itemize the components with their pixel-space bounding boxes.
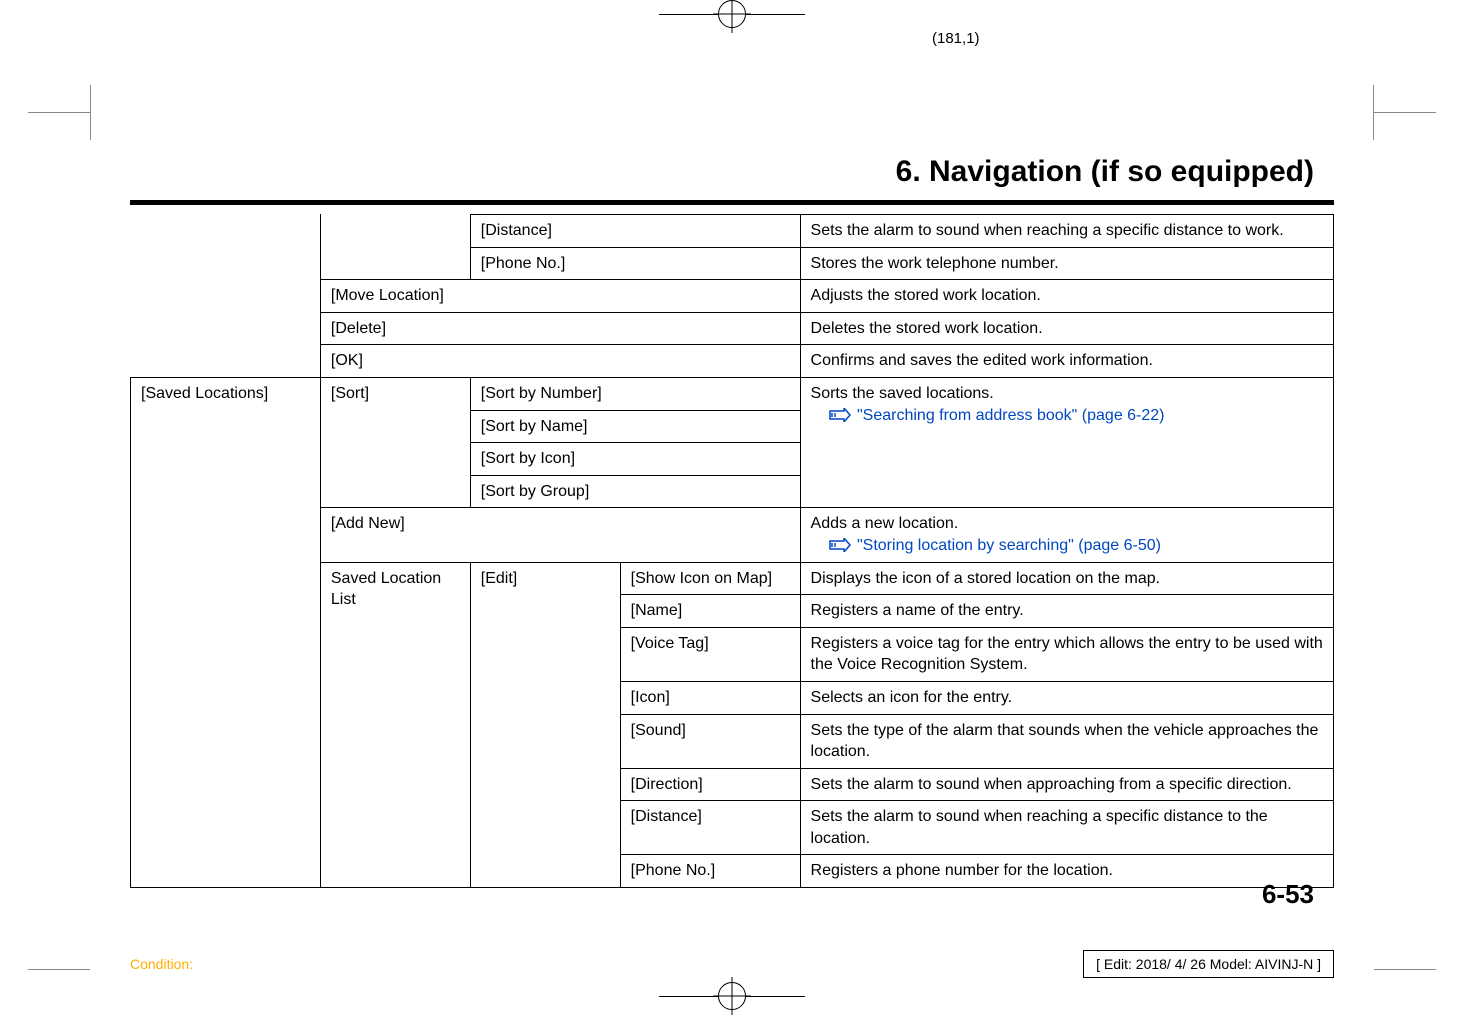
chapter-rule [130, 200, 1334, 205]
crop-mark [28, 969, 90, 970]
cell-show-icon-desc: Displays the icon of a stored location o… [800, 562, 1333, 595]
table-row: [Distance] Sets the alarm to sound when … [131, 215, 1334, 248]
cell-delete-desc: Deletes the stored work location. [800, 312, 1333, 345]
cell-add-new: [Add New] [320, 508, 800, 562]
cell-move-location-desc: Adjusts the stored work location. [800, 280, 1333, 313]
cell-sort-by-group: [Sort by Group] [470, 475, 800, 508]
cell-sort-by-icon: [Sort by Icon] [470, 443, 800, 476]
cell-distance2: [Distance] [620, 801, 800, 855]
cell-sort-by-name: [Sort by Name] [470, 410, 800, 443]
reference-link[interactable]: "Searching from address book" (page 6-22… [857, 407, 1165, 424]
add-new-desc-text: Adds a new location. [811, 515, 959, 532]
registration-mark-top [659, 0, 805, 28]
table-row: [Saved Locations] [Sort] [Sort by Number… [131, 377, 1334, 410]
sort-desc-text: Sorts the saved locations. [811, 385, 994, 402]
crop-mark [28, 112, 90, 119]
cell-sort-desc: Sorts the saved locations. "Searching fr… [800, 377, 1333, 507]
edit-stamp: [ Edit: 2018/ 4/ 26 Model: AIVINJ-N ] [1083, 950, 1334, 978]
cell-edit: [Edit] [470, 562, 620, 888]
reference-icon [829, 538, 851, 552]
cell-icon: [Icon] [620, 681, 800, 714]
cell-move-location: [Move Location] [320, 280, 800, 313]
crop-mark [1374, 112, 1436, 119]
cell-ok-desc: Confirms and saves the edited work infor… [800, 345, 1333, 378]
cell-direction: [Direction] [620, 768, 800, 801]
cell-add-new-desc: Adds a new location. "Storing location b… [800, 508, 1333, 562]
cell-phone-no2-desc: Registers a phone number for the locatio… [800, 855, 1333, 888]
cell-phone-no2: [Phone No.] [620, 855, 800, 888]
cell-show-icon-on-map: [Show Icon on Map] [620, 562, 800, 595]
cell-phone-no-desc: Stores the work telephone number. [800, 247, 1333, 280]
crop-mark [1367, 85, 1374, 140]
chapter-title: 6. Navigation (if so equipped) [896, 155, 1314, 189]
cell-distance: [Distance] [470, 215, 800, 248]
cell-sort: [Sort] [320, 377, 470, 507]
reference-icon [829, 408, 851, 422]
settings-table: [Distance] Sets the alarm to sound when … [130, 214, 1334, 888]
cell-sort-by-number: [Sort by Number] [470, 377, 800, 410]
cell-direction-desc: Sets the alarm to sound when approaching… [800, 768, 1333, 801]
cell-saved-location-list: Saved Location List [320, 562, 470, 888]
cell-saved-locations: [Saved Locations] [131, 377, 321, 887]
cell-voice-tag: [Voice Tag] [620, 627, 800, 681]
cell-name: [Name] [620, 595, 800, 628]
cell-phone-no: [Phone No.] [470, 247, 800, 280]
cell-ok: [OK] [320, 345, 800, 378]
cell-delete: [Delete] [320, 312, 800, 345]
crop-mark [1374, 969, 1436, 970]
page-number: 6-53 [1262, 879, 1314, 910]
cell-sound: [Sound] [620, 714, 800, 768]
cell-distance-desc: Sets the alarm to sound when reaching a … [800, 215, 1333, 248]
crop-mark [90, 85, 97, 140]
plate-coordinate: (181,1) [932, 30, 980, 47]
condition-label: Condition: [130, 956, 193, 972]
reference-link[interactable]: "Storing location by searching" (page 6-… [857, 537, 1161, 554]
cell-name-desc: Registers a name of the entry. [800, 595, 1333, 628]
cell-voice-tag-desc: Registers a voice tag for the entry whic… [800, 627, 1333, 681]
cell-distance2-desc: Sets the alarm to sound when reaching a … [800, 801, 1333, 855]
cell-icon-desc: Selects an icon for the entry. [800, 681, 1333, 714]
cell-sound-desc: Sets the type of the alarm that sounds w… [800, 714, 1333, 768]
registration-mark-bottom [659, 982, 805, 1010]
